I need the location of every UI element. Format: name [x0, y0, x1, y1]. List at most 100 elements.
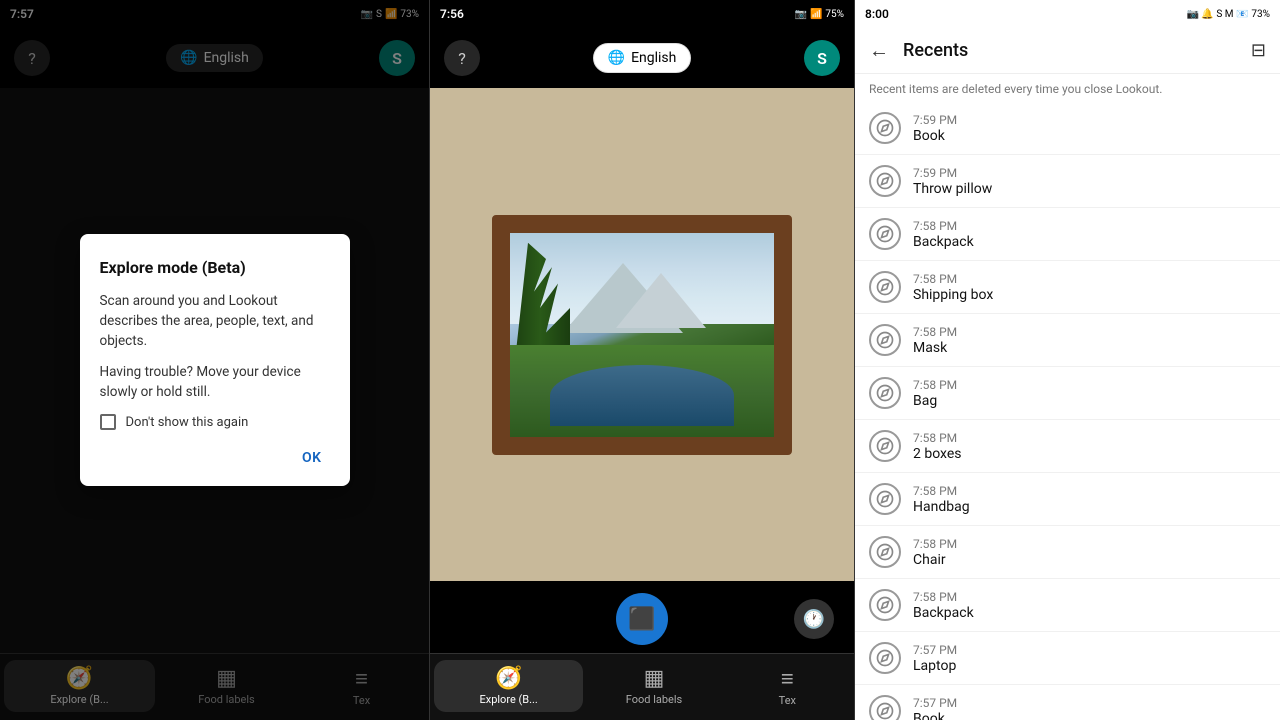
recents-item-icon-8: [869, 536, 901, 568]
panel-middle: 7:56 📷 📶 75% ? 🌐 English S: [430, 0, 855, 720]
recents-item[interactable]: 7:59 PM Throw pillow: [855, 155, 1280, 208]
recents-item-icon-10: [869, 642, 901, 674]
battery-right: 73%: [1251, 9, 1270, 20]
status-bar-middle: 7:56 📷 📶 75%: [430, 0, 854, 28]
recents-item-info-4: 7:58 PM Mask: [913, 325, 957, 356]
dialog-actions: OK: [100, 446, 330, 470]
menu-button[interactable]: ⊟: [1251, 40, 1266, 61]
dialog-checkbox-row: Don't show this again: [100, 414, 330, 430]
recents-item-name-8: Chair: [913, 552, 957, 568]
language-button-middle[interactable]: 🌐 English: [593, 43, 692, 73]
recents-item-time-1: 7:59 PM: [913, 166, 992, 180]
icons-right: 📷 🔔 S M 📧: [1186, 9, 1248, 20]
explore-icon-mid: 🧭: [495, 666, 522, 691]
recents-item-icon-11: [869, 695, 901, 720]
recents-item-time-6: 7:58 PM: [913, 431, 962, 445]
lang-label-middle: English: [631, 50, 676, 66]
recents-item-time-3: 7:58 PM: [913, 272, 993, 286]
recents-item-info-1: 7:59 PM Throw pillow: [913, 166, 992, 197]
capture-icon: ⬛: [628, 607, 655, 632]
dialog-overlay: Explore mode (Beta) Scan around you and …: [0, 0, 429, 720]
recents-item-time-8: 7:58 PM: [913, 537, 957, 551]
help-button-middle[interactable]: ?: [444, 40, 480, 76]
recents-item-name-4: Mask: [913, 340, 957, 356]
status-time-middle: 7:56: [440, 7, 464, 21]
recents-item-time-9: 7:58 PM: [913, 590, 974, 604]
painting-artwork: [492, 215, 792, 455]
recents-item-name-1: Throw pillow: [913, 181, 992, 197]
recents-item-time-2: 7:58 PM: [913, 219, 974, 233]
dont-show-checkbox[interactable]: [100, 414, 116, 430]
painting-frame: [492, 215, 792, 455]
text-icon-mid: ≡: [781, 666, 794, 692]
camera-view-middle: [430, 88, 854, 581]
recents-item-name-3: Shipping box: [913, 287, 993, 303]
recents-list: 7:59 PM Book 7:59 PM Throw pillow: [855, 102, 1280, 720]
recents-item-time-0: 7:59 PM: [913, 113, 957, 127]
recents-item-info-3: 7:58 PM Shipping box: [913, 272, 993, 303]
food-label-mid: Food labels: [626, 693, 682, 706]
recents-item-time-4: 7:58 PM: [913, 325, 957, 339]
dialog-body: Scan around you and Lookout describes th…: [100, 291, 330, 402]
camera-icon-mid: 📷: [795, 9, 807, 20]
recents-item[interactable]: 7:57 PM Laptop: [855, 632, 1280, 685]
recents-item-info-8: 7:58 PM Chair: [913, 537, 957, 568]
recents-item-icon-3: [869, 271, 901, 303]
recents-button-middle[interactable]: 🕐: [794, 599, 834, 639]
explore-mode-dialog: Explore mode (Beta) Scan around you and …: [80, 234, 350, 486]
recents-item-name-10: Laptop: [913, 658, 957, 674]
dialog-ok-button[interactable]: OK: [294, 446, 330, 470]
recents-item-time-10: 7:57 PM: [913, 643, 957, 657]
recents-item[interactable]: 7:58 PM 2 boxes: [855, 420, 1280, 473]
recents-item-icon-4: [869, 324, 901, 356]
wifi-icon-mid: 📶: [810, 9, 822, 20]
recents-subtitle: Recent items are deleted every time you …: [855, 74, 1280, 102]
status-time-right: 8:00: [865, 7, 889, 21]
painting-mountain2: [616, 273, 706, 328]
recents-item-name-9: Backpack: [913, 605, 974, 621]
dont-show-label: Don't show this again: [126, 415, 249, 430]
recents-item-name-0: Book: [913, 128, 957, 144]
dialog-title: Explore mode (Beta): [100, 258, 330, 277]
recents-item-name-7: Handbag: [913, 499, 970, 515]
recents-item-icon-7: [869, 483, 901, 515]
recents-item[interactable]: 7:58 PM Backpack: [855, 208, 1280, 261]
nav-explore-middle[interactable]: 🧭 Explore (B...: [434, 660, 583, 712]
recents-item[interactable]: 7:59 PM Book: [855, 102, 1280, 155]
back-button[interactable]: ←: [869, 38, 889, 63]
status-bar-right: 8:00 📷 🔔 S M 📧 73%: [855, 0, 1280, 28]
recents-item[interactable]: 7:58 PM Shipping box: [855, 261, 1280, 314]
recents-item-info-5: 7:58 PM Bag: [913, 378, 957, 409]
recents-item[interactable]: 7:58 PM Handbag: [855, 473, 1280, 526]
recents-item[interactable]: 7:58 PM Chair: [855, 526, 1280, 579]
recents-item-info-10: 7:57 PM Laptop: [913, 643, 957, 674]
recents-item[interactable]: 7:57 PM Book: [855, 685, 1280, 720]
recents-item-info-7: 7:58 PM Handbag: [913, 484, 970, 515]
painting-water: [550, 365, 735, 426]
recents-icon: 🕐: [803, 609, 825, 630]
camera-bottom-bar: ⬛ 🕐: [430, 581, 854, 653]
globe-icon-middle: 🌐: [608, 50, 625, 66]
help-icon-mid: ?: [458, 49, 466, 68]
recents-item[interactable]: 7:58 PM Backpack: [855, 579, 1280, 632]
recents-item-name-5: Bag: [913, 393, 957, 409]
recents-item-time-5: 7:58 PM: [913, 378, 957, 392]
recents-item-info-9: 7:58 PM Backpack: [913, 590, 974, 621]
recents-item-info-2: 7:58 PM Backpack: [913, 219, 974, 250]
capture-button[interactable]: ⬛: [616, 593, 668, 645]
recents-title: Recents: [903, 40, 1237, 61]
recents-item-name-2: Backpack: [913, 234, 974, 250]
panel-right: 8:00 📷 🔔 S M 📧 73% ← Recents ⊟ Recent it…: [855, 0, 1280, 720]
nav-food-middle[interactable]: ▦ Food labels: [587, 662, 720, 710]
avatar-middle[interactable]: S: [804, 40, 840, 76]
recents-item[interactable]: 7:58 PM Mask: [855, 314, 1280, 367]
recents-item-info-11: 7:57 PM Book: [913, 696, 957, 720]
recents-item-icon-0: [869, 112, 901, 144]
recents-item-info-0: 7:59 PM Book: [913, 113, 957, 144]
nav-text-middle[interactable]: ≡ Tex: [721, 662, 854, 711]
bottom-nav-middle: 🧭 Explore (B... ▦ Food labels ≡ Tex: [430, 653, 854, 720]
recents-item[interactable]: 7:58 PM Bag: [855, 367, 1280, 420]
recents-item-icon-5: [869, 377, 901, 409]
recents-item-icon-9: [869, 589, 901, 621]
panel-left: 7:57 📷 S 📶 73% ? 🌐 English S 📷 Explore m…: [0, 0, 430, 720]
